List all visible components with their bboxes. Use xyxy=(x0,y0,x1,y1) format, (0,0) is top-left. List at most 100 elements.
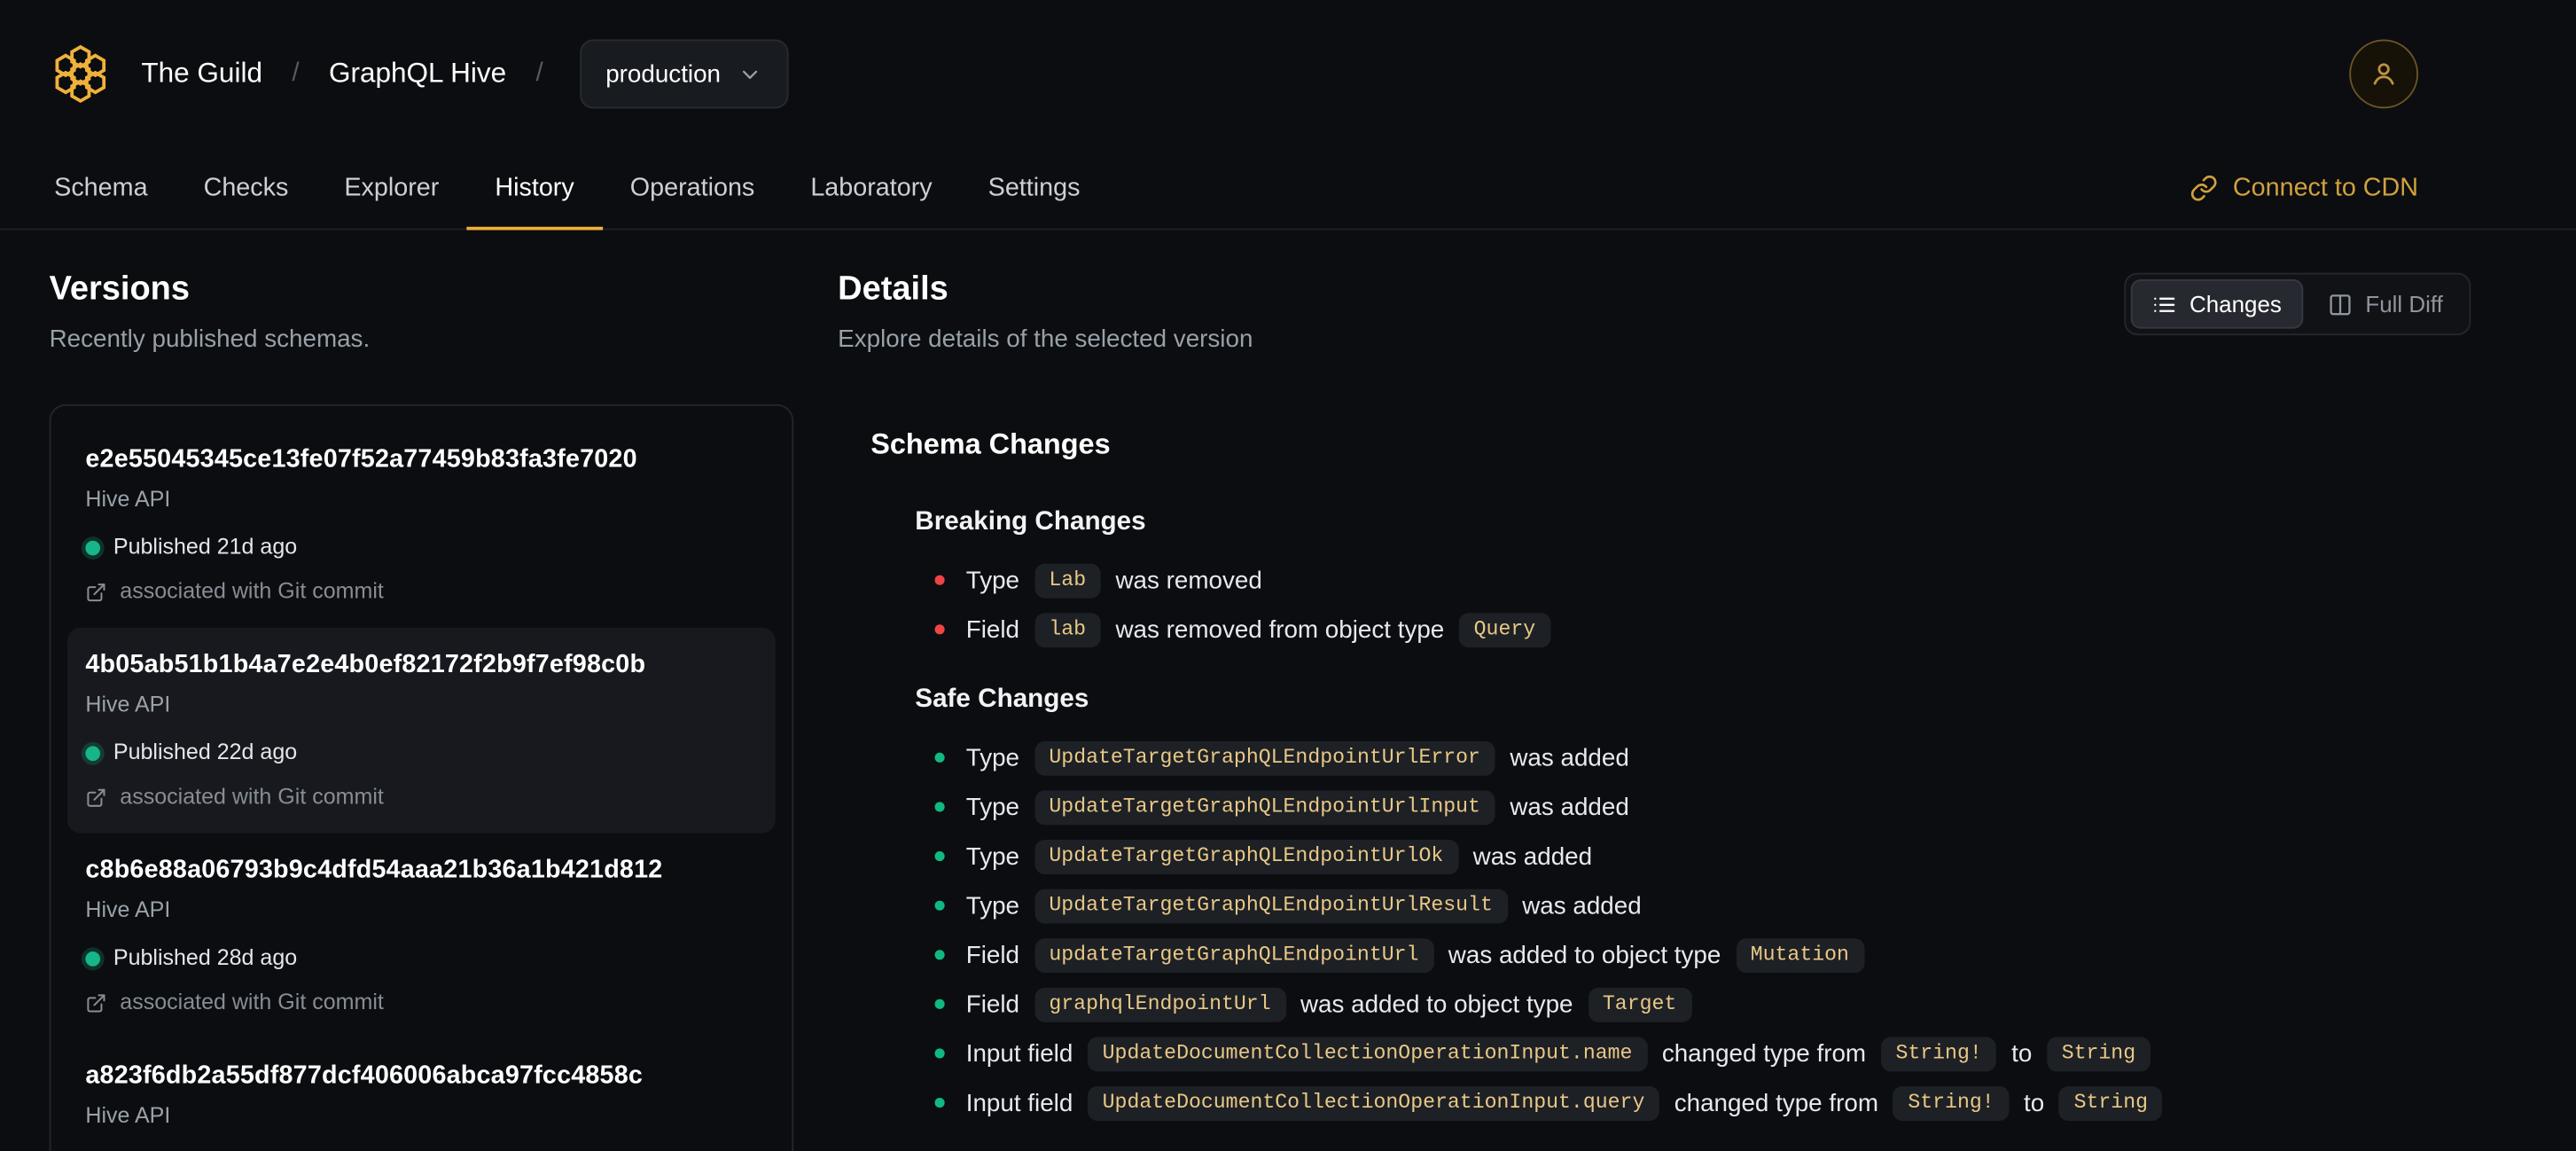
view-mode-full-diff-button[interactable]: Full Diff xyxy=(2307,279,2464,329)
git-commit-link[interactable]: associated with Git commit xyxy=(85,576,757,608)
change-bullet xyxy=(934,752,945,763)
change-text: was added xyxy=(1510,793,1629,821)
change-row: Input field UpdateDocumentCollectionOpera… xyxy=(915,1078,2471,1128)
version-published-row: Published 40d ago xyxy=(85,1147,757,1151)
tab-explorer[interactable]: Explorer xyxy=(316,148,467,229)
tab-checks[interactable]: Checks xyxy=(176,148,316,229)
change-text: Input field xyxy=(965,1088,1073,1117)
view-mode-changes-label: Changes xyxy=(2189,291,2282,317)
change-bullet xyxy=(934,624,945,635)
version-card[interactable]: 4b05ab51b1b4a7e2e4b0ef82172f2b9f7ef98c0b… xyxy=(66,627,776,834)
change-text: Field xyxy=(965,990,1020,1019)
main-content: Versions Recently published schemas. e2e… xyxy=(0,230,2576,1151)
schema-changes-sections: Breaking Changes Type Lab was removed Field l… xyxy=(870,506,2471,1128)
connect-to-cdn-label: Connect to CDN xyxy=(2232,173,2419,202)
git-commit-link[interactable]: associated with Git commit xyxy=(85,986,757,1019)
version-published-row: Published 28d ago xyxy=(85,942,757,975)
change-row: Type UpdateTargetGraphQLEndpointUrlOk was … xyxy=(915,832,2471,881)
breadcrumb-project[interactable]: GraphQL Hive xyxy=(329,58,506,90)
code-badge: String! xyxy=(1880,1036,1997,1071)
version-published-row: Published 22d ago xyxy=(85,736,757,769)
external-link-icon xyxy=(85,991,106,1013)
change-bullet xyxy=(934,1048,945,1059)
code-badge: UpdateTargetGraphQLEndpointUrlResult xyxy=(1034,888,1508,923)
code-badge: String xyxy=(2047,1036,2151,1071)
details-header: Details Explore details of the selected … xyxy=(838,266,2471,358)
hive-honeycomb-icon[interactable] xyxy=(50,43,112,105)
change-text: to xyxy=(2011,1039,2033,1068)
versions-list: e2e55045345ce13fe07f52a77459b83fa3fe7020… xyxy=(49,403,794,1151)
code-badge: graphqlEndpointUrl xyxy=(1034,986,1286,1022)
app-window: The Guild / GraphQL Hive / production Sc… xyxy=(0,0,2576,1151)
published-time: Published 22d ago xyxy=(113,739,298,764)
tab-history[interactable]: History xyxy=(466,148,603,231)
tab-settings[interactable]: Settings xyxy=(960,148,1108,229)
code-badge: UpdateTargetGraphQLEndpointUrlInput xyxy=(1034,789,1495,825)
target-selector[interactable]: production xyxy=(579,39,789,109)
details-subtitle: Explore details of the selected version xyxy=(838,325,1253,354)
change-row: Field updateTargetGraphQLEndpointUrl was a… xyxy=(915,930,2471,980)
version-card[interactable]: c8b6e88a06793b9c4dfd54aaa21b36a1b421d812… xyxy=(67,834,776,1039)
git-commit-link[interactable]: associated with Git commit xyxy=(85,780,757,813)
view-mode-full-diff-label: Full Diff xyxy=(2365,291,2443,317)
change-text: was added xyxy=(1510,743,1629,772)
change-row: Field lab was removed from object type Quer… xyxy=(915,605,2471,654)
connect-to-cdn-button[interactable]: Connect to CDN xyxy=(2190,148,2418,229)
change-text: changed type from xyxy=(1674,1088,1878,1117)
change-row: Type Lab was removed xyxy=(915,555,2471,605)
user-menu-button[interactable] xyxy=(2349,39,2419,109)
change-bullet xyxy=(934,575,945,585)
code-badge: Mutation xyxy=(1736,937,1864,973)
versions-title: Versions xyxy=(49,269,190,308)
breadcrumb-org[interactable]: The Guild xyxy=(141,58,262,90)
version-card[interactable]: a823f6db2a55df877dcf406006abca97fcc4858c… xyxy=(67,1038,776,1151)
change-text: Type xyxy=(965,566,1020,594)
change-section-title: Safe Changes xyxy=(915,685,1089,714)
change-row: Input field UpdateDocumentCollectionOpera… xyxy=(915,1029,2471,1078)
version-published-row: Published 21d ago xyxy=(85,531,757,564)
change-text: was added to object type xyxy=(1300,990,1573,1019)
columns-icon xyxy=(2328,292,2353,317)
status-dot xyxy=(85,745,101,761)
version-card[interactable]: e2e55045345ce13fe07f52a77459b83fa3fe7020… xyxy=(67,422,776,628)
code-badge: UpdateDocumentCollectionOperationInput.q… xyxy=(1087,1085,1660,1121)
change-bullet xyxy=(934,802,945,812)
view-mode-changes-button[interactable]: Changes xyxy=(2130,279,2303,329)
change-text: Input field xyxy=(965,1039,1073,1068)
change-text: Type xyxy=(965,891,1020,920)
version-service: Hive API xyxy=(85,897,171,922)
tab-operations[interactable]: Operations xyxy=(602,148,783,229)
details-header-text: Details Explore details of the selected … xyxy=(838,266,1253,358)
change-section-title: Breaking Changes xyxy=(915,507,1146,536)
details-title: Details xyxy=(838,269,948,308)
schema-changes-title: Schema Changes xyxy=(870,427,1111,460)
change-row: Type UpdateTargetGraphQLEndpointUrlError w… xyxy=(915,733,2471,783)
version-hash: 4b05ab51b1b4a7e2e4b0ef82172f2b9f7ef98c0b xyxy=(85,650,646,679)
change-bullet xyxy=(934,851,945,862)
change-list: Type UpdateTargetGraphQLEndpointUrlError w… xyxy=(915,733,2471,1128)
change-bullet xyxy=(934,1098,945,1108)
git-commit-text: associated with Git commit xyxy=(120,989,384,1014)
list-icon xyxy=(2151,292,2176,317)
published-time: Published 28d ago xyxy=(113,944,298,970)
change-section-breaking: Breaking Changes Type Lab was removed Field l… xyxy=(870,506,2471,654)
versions-panel: Versions Recently published schemas. e2e… xyxy=(49,266,794,1151)
version-service: Hive API xyxy=(85,486,171,512)
code-badge: UpdateTargetGraphQLEndpointUrlError xyxy=(1034,740,1495,775)
change-text: was added xyxy=(1522,891,1642,920)
tab-schema[interactable]: Schema xyxy=(27,148,176,229)
version-hash: a823f6db2a55df877dcf406006abca97fcc4858c xyxy=(85,1061,644,1090)
change-row: Type UpdateTargetGraphQLEndpointUrlInput w… xyxy=(915,782,2471,832)
version-hash: e2e55045345ce13fe07f52a77459b83fa3fe7020 xyxy=(85,445,637,474)
code-badge: Lab xyxy=(1034,562,1101,598)
change-text: Field xyxy=(965,615,1020,644)
top-header: The Guild / GraphQL Hive / production xyxy=(0,0,2576,148)
tab-laboratory[interactable]: Laboratory xyxy=(783,148,960,229)
code-badge: updateTargetGraphQLEndpointUrl xyxy=(1034,937,1434,973)
status-dot xyxy=(85,951,101,966)
published-time: Published 40d ago xyxy=(113,1147,297,1151)
git-commit-text: associated with Git commit xyxy=(120,784,384,809)
change-text: was removed xyxy=(1115,566,1262,594)
change-text: changed type from xyxy=(1661,1039,1867,1068)
change-row: Type UpdateTargetGraphQLEndpointUrlResult… xyxy=(915,881,2471,930)
